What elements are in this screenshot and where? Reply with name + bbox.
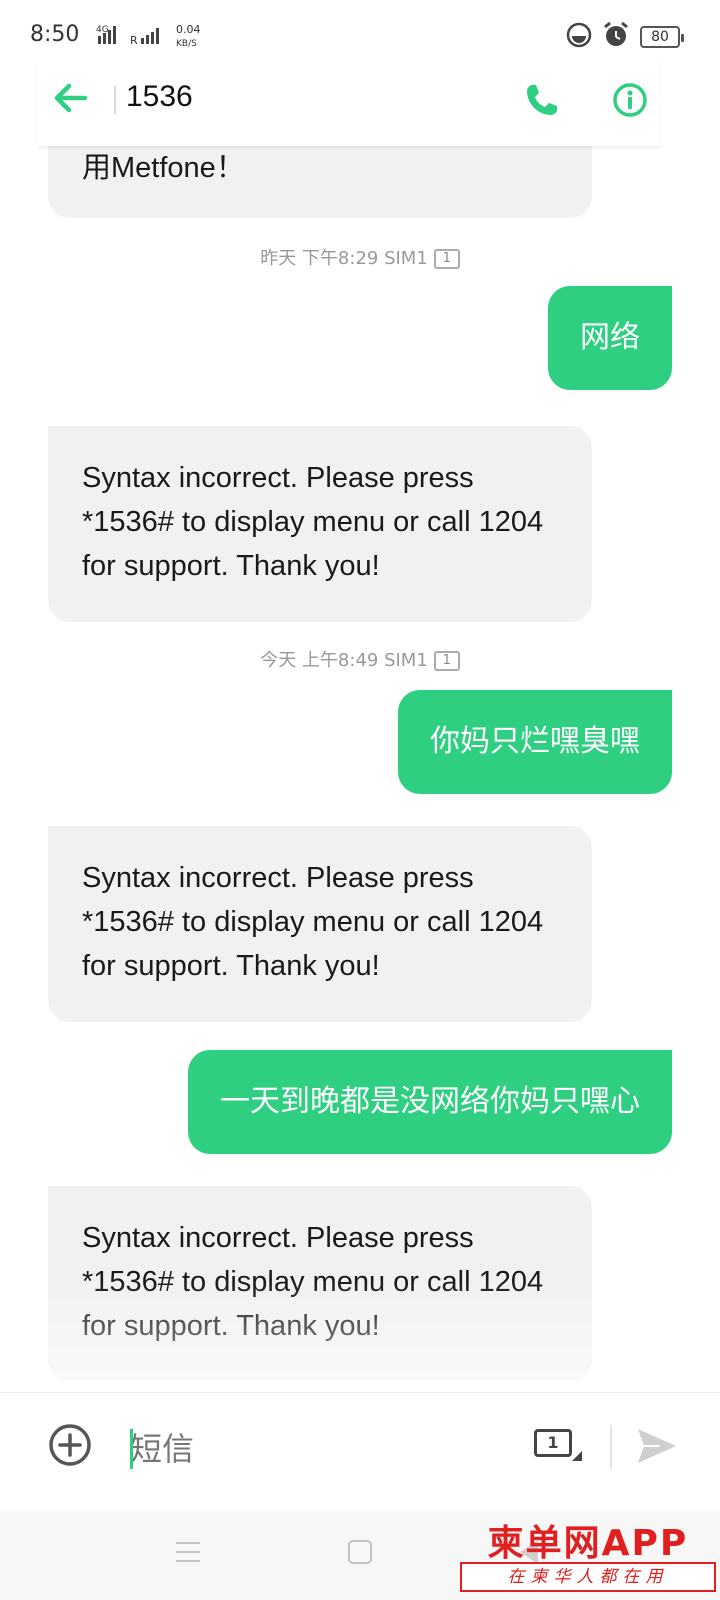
alarm-icon	[602, 21, 630, 53]
call-button[interactable]	[518, 78, 566, 126]
signal-indicators: 4G R 0.04 KB/S	[86, 22, 206, 52]
add-attachment-button[interactable]	[46, 1423, 94, 1471]
dropdown-corner-icon	[572, 1451, 582, 1461]
sent-message[interactable]: 你妈只烂嘿臭嘿	[398, 690, 672, 794]
message-text: 用Metfone！	[82, 152, 245, 184]
message-text: Syntax incorrect. Please press *1536# to…	[82, 462, 544, 582]
conversation-view[interactable]: 用Metfone！ 昨天 下午8:29 SIM1 1 网络 Syntax inco…	[0, 0, 720, 1380]
message-text: Syntax incorrect. Please press *1536# to…	[82, 862, 544, 982]
contact-title: 1536	[126, 80, 193, 113]
info-button[interactable]	[606, 78, 654, 126]
recent-apps-button[interactable]	[176, 1542, 200, 1566]
network-type-label: 4G	[96, 25, 109, 35]
status-right-icons: 80	[566, 20, 684, 54]
battery-indicator: 80	[640, 26, 684, 48]
watermark-slogan: 在柬华人都在用	[460, 1562, 716, 1592]
sim-badge: 1	[433, 651, 460, 671]
timestamp-text: 昨天 下午8:29 SIM1	[260, 248, 428, 269]
text-cursor	[130, 1429, 133, 1469]
timestamp-text: 今天 上午8:49 SIM1	[260, 650, 428, 671]
home-button[interactable]	[348, 1540, 372, 1564]
do-not-disturb-icon	[566, 22, 592, 52]
compose-divider	[610, 1425, 612, 1469]
sim-selector-label: 1	[534, 1429, 572, 1457]
message-input[interactable]	[130, 1421, 500, 1477]
message-text: 你妈只烂嘿臭嘿	[430, 724, 640, 759]
phone-icon	[524, 82, 560, 122]
message-timestamp: 昨天 下午8:29 SIM1 1	[0, 244, 720, 270]
arrow-left-icon	[53, 83, 88, 117]
watermark: 柬单网APP 在柬华人都在用	[460, 1514, 716, 1596]
watermark-brand: 柬单网APP	[487, 1523, 689, 1564]
send-button[interactable]	[632, 1423, 682, 1473]
compose-bar: 1	[0, 1392, 720, 1510]
conversation-header: 1536	[38, 58, 660, 146]
status-time: 8:50	[30, 22, 80, 47]
received-message[interactable]: Syntax incorrect. Please press *1536# to…	[48, 426, 592, 622]
received-message[interactable]: Syntax incorrect. Please press *1536# to…	[48, 826, 592, 1022]
message-timestamp: 今天 上午8:49 SIM1 1	[0, 646, 720, 672]
plus-circle-icon	[48, 1423, 92, 1471]
back-button[interactable]	[50, 80, 90, 120]
sim-selector[interactable]: 1	[534, 1425, 582, 1469]
sim-badge: 1	[433, 249, 460, 269]
header-divider	[114, 86, 116, 114]
message-text: 网络	[580, 320, 640, 355]
send-icon	[636, 1426, 678, 1470]
speed-value: 0.04	[176, 23, 201, 36]
sent-message[interactable]: 网络	[548, 286, 672, 390]
scroll-fade	[0, 1280, 720, 1380]
roaming-label: R	[130, 34, 138, 47]
sent-message[interactable]: 一天到晚都是没网络你妈只嘿心	[188, 1050, 672, 1154]
message-text: 一天到晚都是没网络你妈只嘿心	[220, 1084, 640, 1119]
info-icon	[612, 82, 648, 122]
speed-unit: KB/S	[176, 39, 197, 49]
